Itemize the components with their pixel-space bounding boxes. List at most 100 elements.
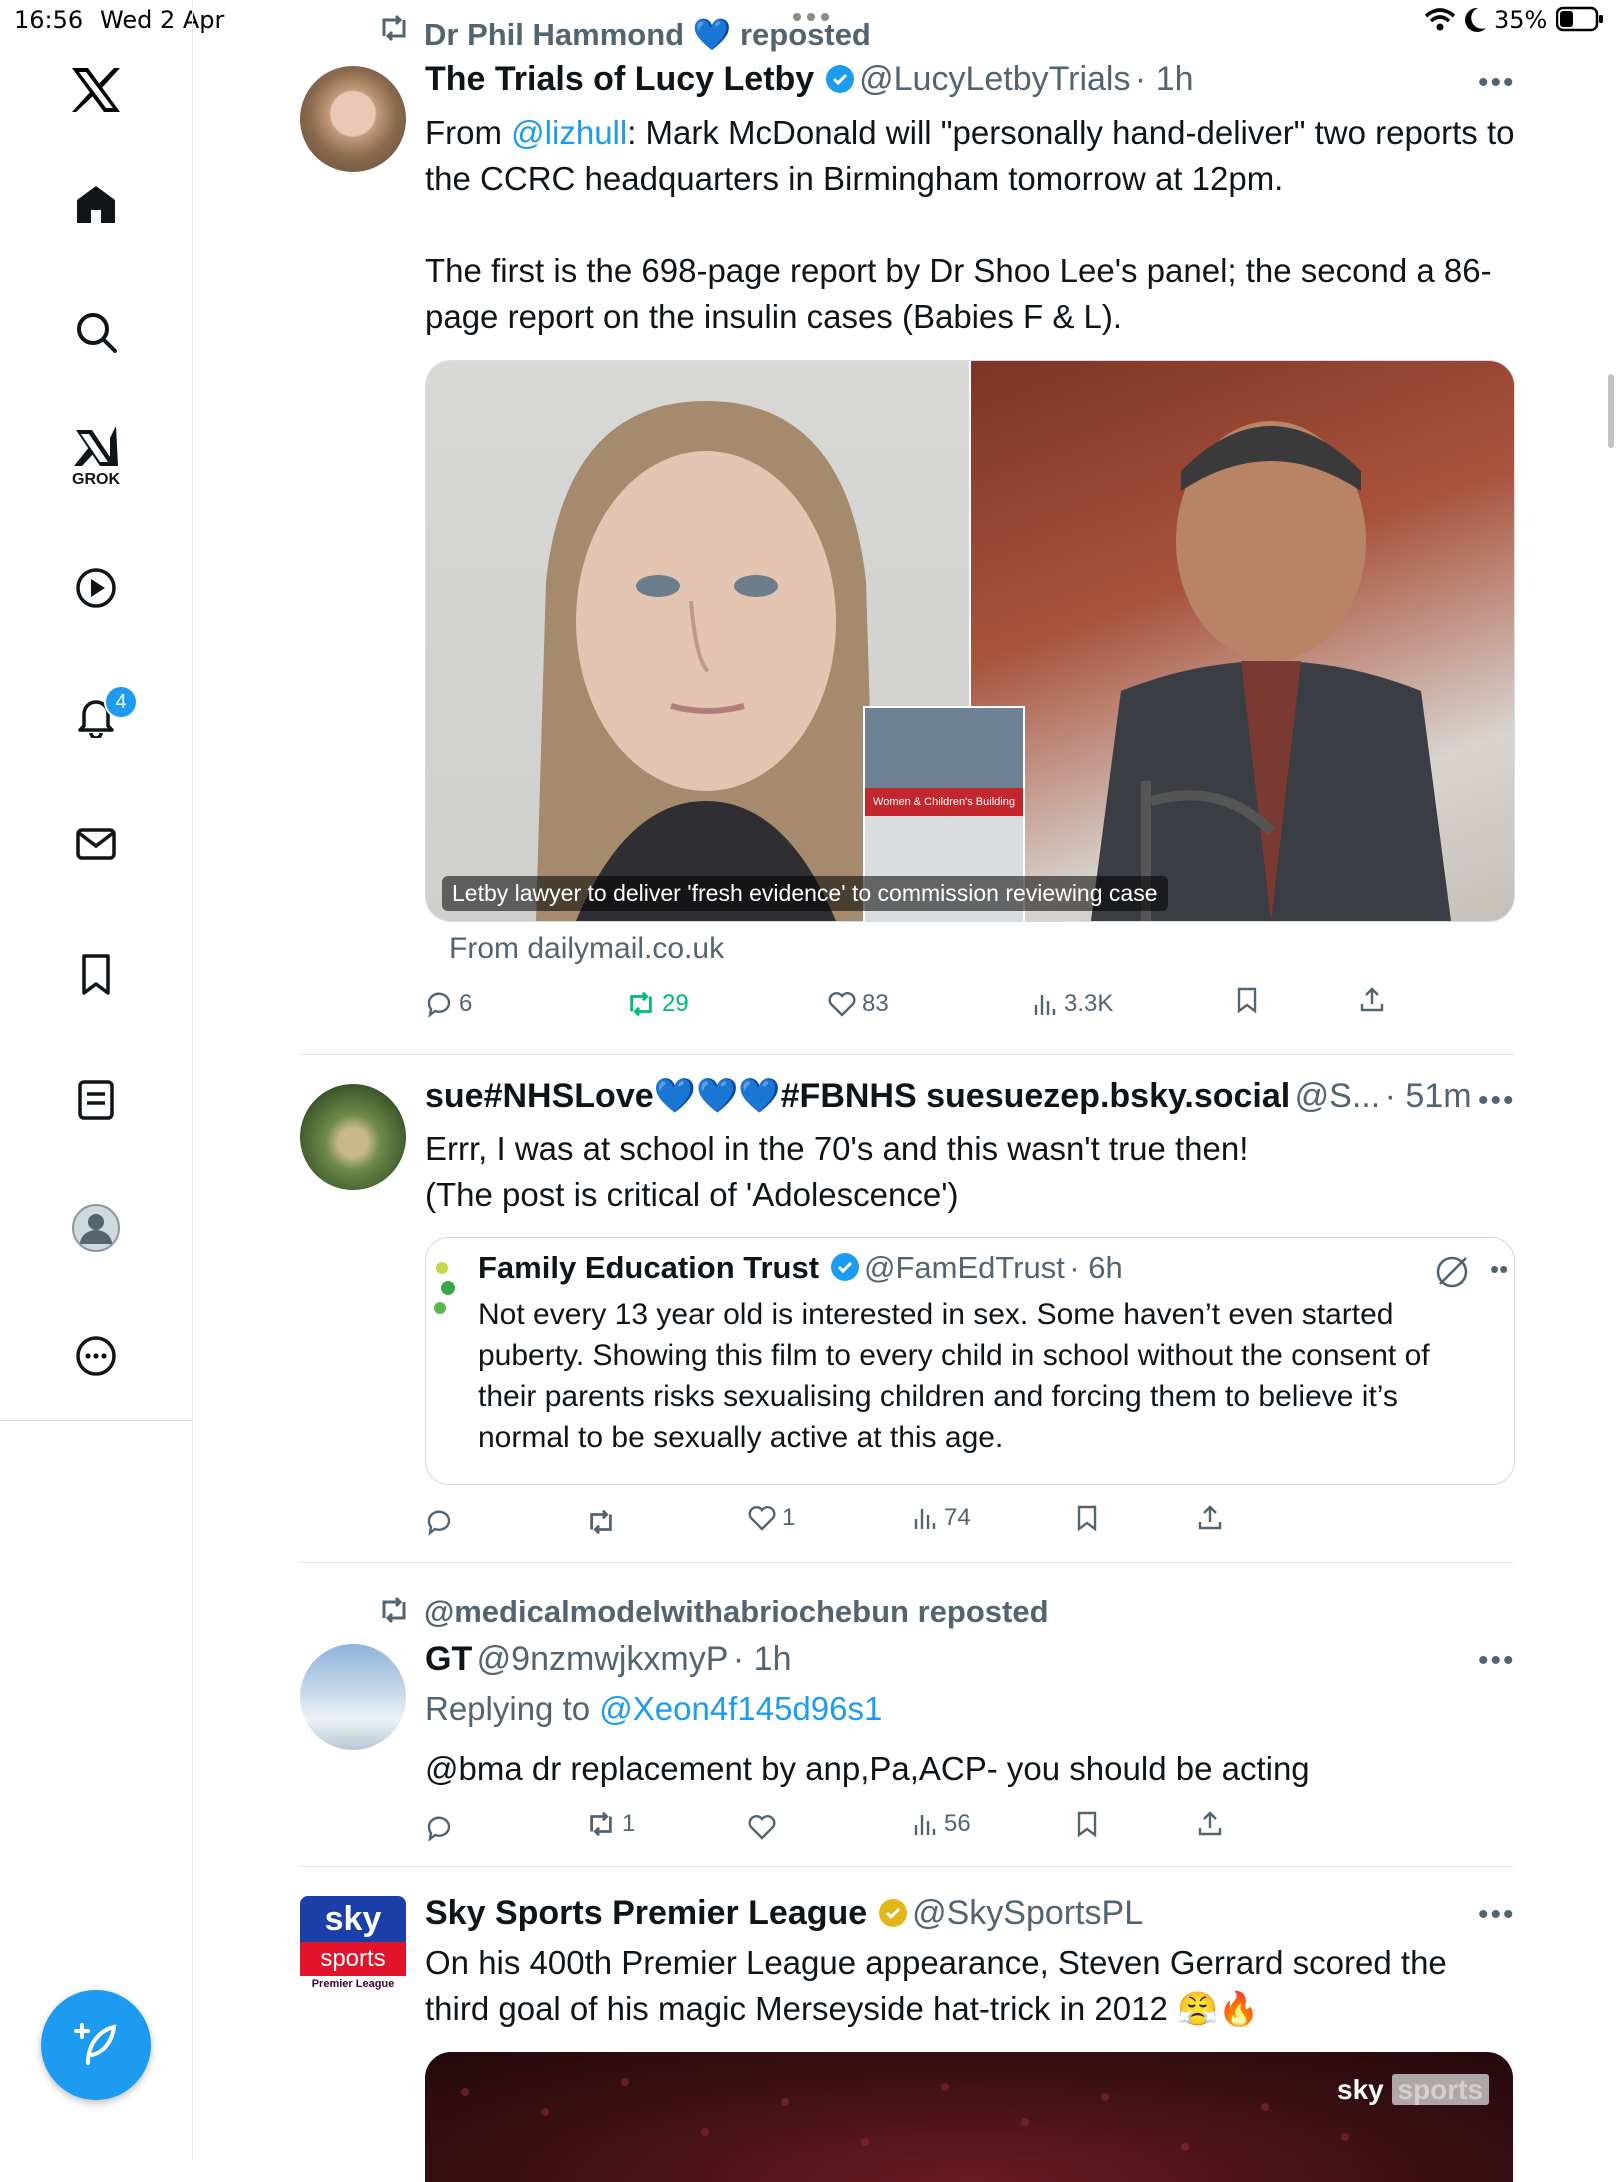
views-count: 74 — [944, 1504, 971, 1531]
messages-icon[interactable] — [66, 814, 126, 874]
views-action[interactable]: 3.3K — [1032, 990, 1113, 1018]
mention-link[interactable]: @lizhull — [511, 114, 627, 151]
card-source[interactable]: From dailymail.co.uk — [449, 932, 724, 966]
replying-to-link[interactable]: @Xeon4f145d96s1 — [599, 1690, 882, 1727]
more-options-icon[interactable] — [66, 1326, 126, 1386]
video-thumbnail[interactable]: sky sports — [425, 2052, 1513, 2182]
bookmark-icon — [1077, 1811, 1097, 1838]
tweet-header: sue#NHSLove💙💙💙#FBNHS suesuezep.bsky.soci… — [425, 1076, 1472, 1116]
verified-badge-icon — [825, 65, 854, 93]
author-handle[interactable]: @S... — [1295, 1077, 1381, 1115]
link-card-image[interactable]: Women & Children's Building Letby lawyer… — [425, 360, 1515, 922]
author-handle[interactable]: @SkySportsPL — [912, 1894, 1143, 1932]
more-icon[interactable]: ••• — [1478, 66, 1516, 100]
repost-action[interactable]: 1 — [586, 1810, 635, 1838]
author-avatar[interactable] — [300, 66, 406, 172]
scrollbar-thumb[interactable] — [1608, 374, 1614, 448]
views-icon — [914, 1509, 936, 1529]
bookmark-action[interactable] — [1074, 1810, 1100, 1838]
quoted-tweet[interactable]: Family Education Trust @FamEdTrust · 6h … — [425, 1237, 1515, 1485]
repost-action[interactable] — [586, 1508, 622, 1536]
sky-sports-watermark: sky sports — [1337, 2074, 1490, 2106]
quote-author-name: Family Education Trust — [478, 1250, 820, 1285]
bookmark-action[interactable] — [1234, 986, 1260, 1014]
blue-heart-emoji: 💙 — [692, 17, 732, 52]
reposter-name[interactable]: Dr Phil Hammond — [424, 17, 684, 52]
tweet-text-from: From — [425, 114, 512, 151]
reply-count: 6 — [459, 990, 473, 1017]
views-action[interactable]: 56 — [912, 1810, 971, 1838]
sky-logo-top: sky — [300, 1896, 406, 1942]
tweet-text: @bma dr replacement by anp,Pa,ACP- you s… — [425, 1750, 1310, 1787]
share-action[interactable] — [1196, 1504, 1224, 1532]
author-handle[interactable]: @9nzmwjkxmyP — [477, 1640, 729, 1678]
author-name[interactable]: Sky Sports Premier League — [425, 1894, 867, 1932]
grok-label: GROK — [72, 471, 120, 488]
reply-action[interactable] — [425, 1814, 459, 1842]
lists-icon[interactable] — [66, 1070, 126, 1130]
search-icon[interactable] — [66, 302, 126, 362]
repost-count: 1 — [622, 1810, 636, 1837]
more-icon[interactable]: ••• — [1478, 1644, 1516, 1678]
sidebar-divider — [0, 1420, 192, 1421]
tweet-time[interactable]: · 1h — [733, 1640, 792, 1678]
like-action[interactable]: 1 — [748, 1504, 795, 1532]
tweet-header: The Trials of Lucy Letby @LucyLetbyTrial… — [425, 60, 1194, 99]
bookmark-icon — [1237, 987, 1257, 1014]
grok-explain-icon[interactable] — [1434, 1254, 1470, 1295]
views-count: 56 — [944, 1810, 971, 1837]
author-name[interactable]: sue#NHSLove💙💙💙#FBNHS suesuezep.bsky.soci… — [425, 1077, 1290, 1115]
bookmark-icon — [1077, 1505, 1097, 1532]
views-action[interactable]: 74 — [912, 1504, 971, 1532]
like-count: 1 — [782, 1504, 796, 1531]
author-name[interactable]: GT — [425, 1640, 472, 1678]
tweet-text-line1: Errr, I was at school in the 70's and th… — [425, 1130, 1249, 1167]
share-icon — [1360, 987, 1384, 1012]
repost-context[interactable]: @medicalmodelwithabriochebun reposted — [424, 1594, 1049, 1630]
quote-author-avatar — [428, 1260, 458, 1320]
quote-author-handle: @FamEdTrust — [863, 1250, 1065, 1285]
like-action[interactable] — [748, 1814, 782, 1840]
more-icon[interactable]: ••• — [1478, 1084, 1516, 1118]
author-avatar[interactable]: sky sports Premier League — [300, 1896, 406, 2002]
inset-building-sign: Women & Children's Building — [865, 788, 1023, 816]
x-logo-icon[interactable] — [66, 60, 126, 120]
author-handle[interactable]: @LucyLetbyTrials — [859, 60, 1130, 98]
bookmark-action[interactable] — [1074, 1504, 1100, 1532]
repost-context[interactable]: Dr Phil Hammond 💙 reposted — [424, 16, 871, 53]
author-name[interactable]: The Trials of Lucy Letby — [425, 60, 814, 98]
repost-action[interactable]: 29 — [626, 990, 689, 1018]
more-icon[interactable]: ••• — [1478, 1898, 1516, 1932]
grok-nav-item[interactable]: GROK — [66, 424, 126, 496]
heart-icon — [748, 1506, 776, 1531]
reposter-name[interactable]: @medicalmodelwithabriochebun — [424, 1594, 909, 1629]
share-action[interactable] — [1196, 1810, 1224, 1838]
battery-percent: 35% — [1494, 6, 1548, 34]
reply-action[interactable] — [425, 1508, 459, 1536]
views-count: 3.3K — [1064, 990, 1114, 1017]
repost-icon — [378, 14, 410, 47]
video-icon[interactable] — [66, 558, 126, 618]
gold-verified-badge-icon — [878, 1899, 907, 1927]
replying-prefix: Replying to — [425, 1690, 600, 1727]
quote-header: Family Education Trust @FamEdTrust · 6h — [478, 1250, 1123, 1286]
reply-action[interactable]: 6 — [425, 990, 472, 1018]
bookmarks-icon[interactable] — [66, 944, 126, 1004]
tweet-time[interactable]: · 51m — [1385, 1077, 1472, 1115]
author-avatar[interactable] — [300, 1644, 406, 1750]
quote-time: · 6h — [1069, 1250, 1123, 1285]
like-action[interactable]: 83 — [828, 990, 889, 1018]
verified-badge-icon — [830, 1253, 859, 1281]
compose-post-button[interactable] — [41, 1990, 151, 2100]
quote-more-icon[interactable]: •• — [1490, 1254, 1508, 1285]
tweet-text: Errr, I was at school in the 70's and th… — [425, 1126, 1515, 1218]
tweet-header: GT @9nzmwjkxmyP · 1h — [425, 1640, 791, 1679]
profile-avatar-icon[interactable] — [66, 1198, 126, 1258]
compose-feather-icon — [74, 2023, 117, 2065]
like-count: 83 — [862, 990, 889, 1017]
home-icon[interactable] — [66, 174, 126, 234]
tweet-time[interactable]: · 1h — [1135, 60, 1194, 98]
share-action[interactable] — [1358, 986, 1386, 1014]
repost-icon — [590, 1811, 612, 1837]
author-avatar[interactable] — [300, 1084, 406, 1190]
